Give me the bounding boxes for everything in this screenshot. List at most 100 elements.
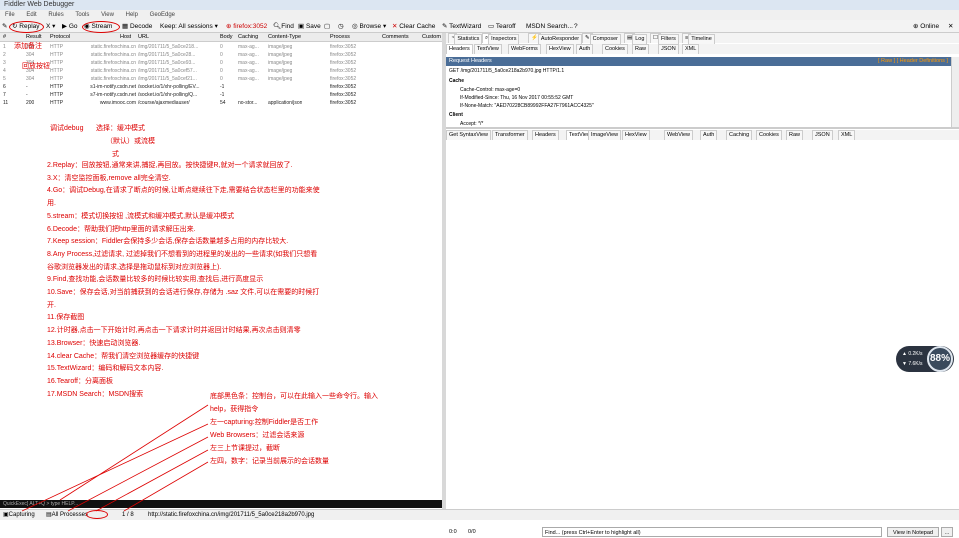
annotation-debug: 调试debug [50,125,84,132]
tab-hexview[interactable]: HexView [622,130,650,140]
menu-rules[interactable]: Rules [43,10,68,20]
go-label: Go [68,23,78,30]
timer-icon[interactable]: ◷ [338,20,344,33]
save-button[interactable]: ▣ Save [298,20,321,33]
remove-button[interactable]: X ▾ [46,20,55,33]
tab-webview[interactable]: WebView [664,130,694,140]
table-row[interactable]: 2 304 HTTP static.firefoxchina.cn/img/20171… [0,51,442,59]
find-input[interactable]: Find... (press Ctrl+Enter to highlight a… [542,527,882,537]
more-button[interactable]: ... [941,527,953,537]
menu-geoedge[interactable]: GeoEdge [145,10,180,20]
tab-headers[interactable]: Headers [532,130,559,140]
tab-cookies[interactable]: Cookies [602,44,628,54]
cell-url: /img/201711/5_5a0cef57... [138,68,197,74]
tab-auth[interactable]: Auth [700,130,718,140]
comment-icon[interactable]: ✎ [2,20,7,33]
cell-body: 0 [220,44,223,50]
find-button[interactable]: 🔍︎Find [273,20,294,33]
table-row[interactable]: 6 - HTTP s1-im-notify.csdn.net/socket.io/1/… [0,83,442,91]
col-result[interactable]: Result [26,33,42,42]
table-row[interactable]: 4 304 HTTP static.firefoxchina.cn/img/20171… [0,67,442,75]
col-custom[interactable]: Custom [422,33,441,42]
cell-process: firefox:3052 [330,92,357,98]
request-scrollbar[interactable] [951,57,959,127]
tab-raw[interactable]: Raw [786,130,804,140]
process-filter-status[interactable]: ▤ All Processes [46,510,88,521]
tab-hexview[interactable]: HexView [546,44,574,54]
cell-process: firefox:3052 [330,76,357,82]
inspector-splitter[interactable] [446,127,959,129]
go-button[interactable]: ▶ Go [62,20,77,33]
col-num[interactable]: # [3,33,6,42]
tab-inspectors[interactable]: ⌕ Inspectors [482,33,520,44]
menu-help[interactable]: Help [121,10,143,20]
tab-webforms[interactable]: WebForms [508,44,541,54]
tearoff-button[interactable]: ▭ Tearoff [488,20,516,33]
tab-auth[interactable]: Auth [576,44,594,54]
screenshot-icon[interactable]: ▢ [324,20,330,33]
download-speed: ▼ 7.6K/s [902,361,923,367]
cell-protocol: HTTP [50,92,64,98]
annotation-bottom-item: 底部黑色条：控制台，可以在此输入一些命令行。输入 [210,393,378,400]
menu-edit[interactable]: Edit [21,10,41,20]
cell-url: /socket.io/1/xhr-polling/Q... [138,92,198,98]
decode-button[interactable]: ▦ Decode [122,20,152,33]
browse-label: Browse [359,23,382,30]
view-in-notepad-button[interactable]: View in Notepad [887,527,939,537]
tab-filters[interactable]: ☐ Filters [650,33,679,44]
table-row[interactable]: 1 304 HTTP static.firefoxchina.cn/img/20171… [0,43,442,51]
cell-process: firefox:3052 [330,68,357,74]
annotation-mode-2: （默认）或流模 [106,138,155,145]
keep-sessions-dropdown[interactable]: Keep: All sessions ▾ [160,20,218,33]
menu-view[interactable]: View [96,10,119,20]
tab-get-syntaxview[interactable]: Get SyntaxView [446,130,492,140]
tab-cookies[interactable]: Cookies [756,130,782,140]
table-row[interactable]: 7 - HTTP s7-im-notify.csdn.net/socket.io/1/… [0,91,442,99]
capturing-toggle[interactable]: ▣ Capturing [3,510,35,521]
tab-headers[interactable]: Headers [446,44,473,54]
tab-statistics[interactable]: ◔ Statistics [448,33,483,44]
close-icon[interactable]: ✕ [948,20,953,33]
cell-body: 0 [220,76,223,82]
tab-imageview[interactable]: ImageView [588,130,622,140]
col-comments[interactable]: Comments [382,33,409,42]
col-caching[interactable]: Caching [238,33,258,42]
tab-autoresponder[interactable]: ⚡ AutoResponder [528,33,583,44]
tab-textview[interactable]: TextView [474,44,502,54]
tab-json[interactable]: JSON [658,44,679,54]
tab-json[interactable]: JSON [812,130,833,140]
annotation-replay: 回放按钮 [22,63,50,70]
col-process[interactable]: Process [330,33,350,42]
col-protocol[interactable]: Protocol [50,33,70,42]
col-host[interactable]: Host [120,33,131,42]
tab-transformer[interactable]: Transformer [492,130,528,140]
tab-caching[interactable]: Caching [726,130,753,140]
tab-xml[interactable]: XML [682,44,700,54]
msdn-search-input[interactable]: MSDN Search... [526,20,573,33]
annotation-item: 10.Save：保存会话,对当前捕获到的会话进行保存,存储为 .saz 文件,可… [47,289,320,296]
help-icon[interactable]: ? [574,20,578,33]
quickexec-console[interactable]: QuickExec] ALT+Q > type HELP... [0,500,442,508]
annotation-item: 谷歌浏览器发出的请求,选择是拖动鼠标到对应浏览器上). [47,263,222,271]
col-url[interactable]: URL [138,33,149,42]
tab-xml[interactable]: XML [838,130,856,140]
menu-tools[interactable]: Tools [70,10,94,20]
selected-url: http://static.firefoxchina.cn/img/201711… [148,512,315,518]
browse-button[interactable]: ◎ Browse ▾ [352,20,386,33]
tab-composer[interactable]: ✎ Composer [582,33,621,44]
download-speed-value: 7.6K/s [908,361,923,367]
col-body[interactable]: Body [220,33,233,42]
col-content-type[interactable]: Content-Type [268,33,301,42]
raw-header-links[interactable]: [ Raw ] [ Header Definitions ] [878,57,948,66]
clear-cache-button[interactable]: ✕ Clear Cache [392,20,435,33]
table-row[interactable]: 11 200 HTTP www.imooc.com/course/ajaxmediau… [0,99,442,107]
menu-file[interactable]: File [0,10,20,20]
process-filter[interactable]: ⊕ firefox:3052 [226,20,267,33]
textwizard-button[interactable]: ✎ TextWizard [442,20,481,33]
tab-raw[interactable]: Raw [632,44,650,54]
table-row[interactable]: 3 304 HTTP static.firefoxchina.cn/img/20171… [0,59,442,67]
table-row[interactable]: 5 304 HTTP static.firefoxchina.cn/img/20171… [0,75,442,83]
session-column-header: # Result Protocol Host URL Body Caching … [0,33,442,42]
tab-log[interactable]: ▤ Log [624,33,648,44]
tab-timeline[interactable]: ≡ Timeline [682,33,715,44]
